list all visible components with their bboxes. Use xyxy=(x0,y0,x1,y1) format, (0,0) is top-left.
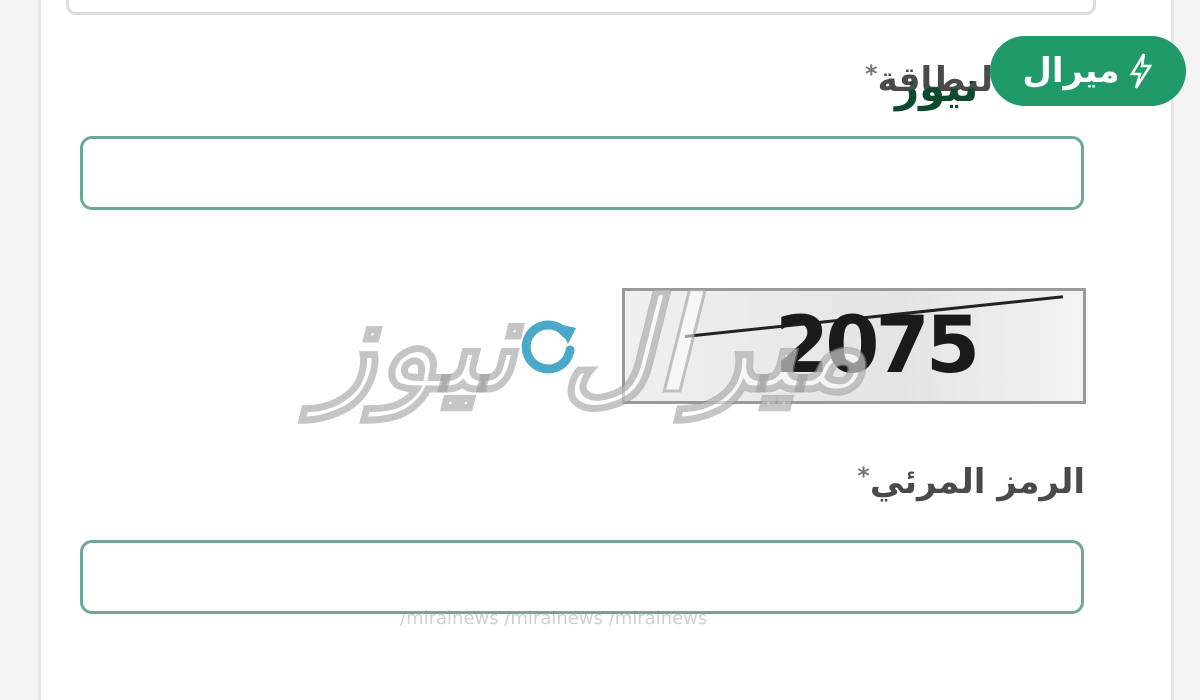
captcha-input[interactable] xyxy=(80,540,1084,614)
captcha-code: 2075 xyxy=(775,301,980,391)
refresh-captcha-button[interactable] xyxy=(514,310,582,378)
previous-section-edge xyxy=(66,0,1096,15)
card-number-input[interactable] xyxy=(80,136,1084,210)
captcha-required-asterisk: * xyxy=(857,462,870,490)
lightning-icon xyxy=(1129,53,1152,89)
captcha-image: 2075 xyxy=(622,288,1086,404)
captcha-label-text: الرمز المرئي xyxy=(869,462,1085,502)
brand-logo: ميرال xyxy=(990,36,1186,106)
captcha-label: الرمز المرئي* xyxy=(857,462,1085,502)
required-asterisk: * xyxy=(865,60,878,88)
brand-overlay-text: نيوز xyxy=(895,62,979,111)
refresh-icon xyxy=(521,320,576,374)
brand-name: ميرال xyxy=(1022,51,1120,91)
